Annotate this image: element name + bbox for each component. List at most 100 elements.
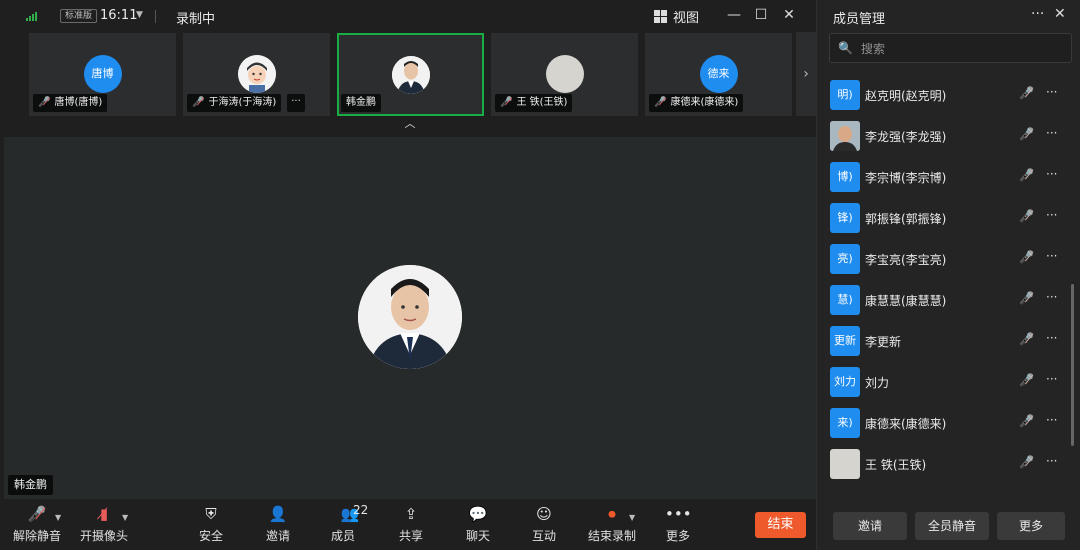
member-name: 王 铁(王铁) [865,458,927,472]
minimize-icon[interactable]: — [725,6,743,24]
photo-avatar-icon [391,56,430,94]
mic-off-icon[interactable]: 🎤̸ [1019,86,1034,100]
end-meeting-button[interactable]: 结束 [755,512,806,538]
close-icon[interactable]: ✕ [1054,6,1066,22]
invite-button[interactable]: 👤 邀请 [265,503,291,544]
list-item[interactable]: 锋) 郭振锋(郭振锋) 🎤̸ ··· [817,198,1080,239]
title-bar: 标准版 16:11 ▼ 录制中 视图 — ☐ ✕ [0,0,816,32]
participant-label: 🎤̸ 王 铁(王铁) [495,94,573,112]
member-name: 刘力 [865,376,890,390]
more-dots-icon[interactable]: ··· [1046,454,1057,468]
avatar: 锋) [830,203,860,233]
more-dots-icon[interactable]: ··· [1046,413,1057,427]
stop-recording-label: 结束录制 [587,529,636,543]
more-dots-icon[interactable]: ··· [1046,372,1057,386]
more-dots-icon[interactable]: ··· [1046,85,1057,99]
participant-name: 王 铁(王铁) [516,97,568,108]
more-dots-icon[interactable]: ··· [1031,6,1044,22]
member-name: 李更新 [865,335,902,349]
list-item[interactable]: 明) 赵克明(赵克明) 🎤̸ ··· [817,75,1080,116]
list-item[interactable]: 来) 康德来(康德来) 🎤̸ ··· [817,403,1080,444]
divider [155,10,156,23]
participant-label: 🎤̸ 于海涛(于海涛) [187,94,282,112]
chevron-up-icon[interactable]: ︿ [402,118,418,130]
more-button[interactable]: ••• 更多 [665,503,692,544]
list-item[interactable]: 王 铁(王铁) 🎤̸ ··· [817,444,1080,485]
chevron-down-icon[interactable]: ▼ [629,507,635,529]
participant-tile[interactable]: 德来 🎤̸ 康德来(康德来) [645,33,792,116]
smiley-icon: ☺ [536,505,552,523]
unmute-label: 解除静音 [13,529,62,543]
list-item[interactable]: 亮) 李宝亮(李宝亮) 🎤̸ ··· [817,239,1080,280]
participant-name: 唐博(唐博) [54,97,103,108]
view-button[interactable]: 视图 [654,7,699,26]
mic-off-icon[interactable]: 🎤̸ [1019,127,1034,141]
participant-name: 康德来(康德来) [670,97,739,108]
avatar [391,56,430,94]
more-dots-icon[interactable]: ··· [1046,290,1057,304]
members-count: 22 [353,503,369,517]
list-item[interactable]: 刘力 刘力 🎤̸ ··· [817,362,1080,403]
mic-off-icon[interactable]: 🎤̸ [1019,168,1034,182]
camera-button[interactable]: ▮̸ ▼ 开摄像头 [80,503,128,544]
mic-off-icon: 🎤̸ [38,97,51,108]
chevron-down-icon[interactable]: ▼ [122,507,128,529]
search-input[interactable]: 🔍 搜索 [829,33,1072,63]
list-item[interactable]: 慧) 康慧慧(康慧慧) 🎤̸ ··· [817,280,1080,321]
mic-off-icon[interactable]: 🎤̸ [1019,414,1034,428]
interact-button[interactable]: ☺ 互动 [531,503,557,544]
more-dots-icon[interactable]: ··· [1046,167,1057,181]
participant-tile-active[interactable]: 韩金鹏 [337,33,484,116]
maximize-icon[interactable]: ☐ [752,6,770,24]
member-name: 李龙强(李龙强) [865,130,947,144]
participant-tile[interactable]: 🎤̸ 王 铁(王铁) [491,33,638,116]
mic-off-icon: 🎤̸ [192,97,205,108]
meeting-time: 16:11 [100,8,138,23]
mic-off-icon[interactable]: 🎤̸ [1019,291,1034,305]
mic-off-icon[interactable]: 🎤̸ [1019,455,1034,469]
list-item[interactable]: 李龙强(李龙强) 🎤̸ ··· [817,116,1080,157]
close-icon[interactable]: ✕ [780,6,798,24]
speaker-avatar [358,265,462,369]
avatar: 慧) [830,285,860,315]
member-list: 明) 赵克明(赵克明) 🎤̸ ··· 李龙强(李龙强) 🎤̸ ··· 博) 李宗… [817,74,1080,484]
share-button[interactable]: ⇪ 共享 [398,503,424,544]
mic-off-icon[interactable]: 🎤̸ [1019,373,1034,387]
avatar: 唐博 [83,55,122,93]
members-button[interactable]: 👥 22 成员 [331,503,369,544]
mute-all-button[interactable]: 全员静音 [915,512,989,540]
photo-avatar-icon [830,121,860,151]
security-button[interactable]: ⛨ 安全 [198,503,224,544]
list-item[interactable]: 博) 李宗博(李宗博) 🎤̸ ··· [817,157,1080,198]
avatar [830,121,860,151]
mic-off-icon[interactable]: 🎤̸ [1019,209,1034,223]
invite-button[interactable]: 邀请 [833,512,907,540]
member-management-panel: 成员管理 ··· ✕ 🔍 搜索 明) 赵克明(赵克明) 🎤̸ ··· 李龙强(李… [816,0,1080,550]
mic-off-icon[interactable]: 🎤̸ [1019,250,1034,264]
more-button[interactable]: 更多 [997,512,1065,540]
more-dots-icon[interactable]: ··· [1046,126,1057,140]
recording-status: 录制中 [176,12,216,27]
search-icon: 🔍 [838,41,853,55]
chat-button[interactable]: 💬 聊天 [465,503,491,544]
chevron-down-icon[interactable]: ▼ [55,507,61,529]
unmute-button[interactable]: 🎤̸ ▼ 解除静音 [13,503,61,544]
more-options-icon[interactable]: ··· [287,94,305,112]
mic-off-icon[interactable]: 🎤̸ [1019,332,1034,346]
stop-recording-button[interactable]: ⏺ ▼ 结束录制 [587,503,637,544]
chevron-down-icon[interactable]: ▼ [136,10,143,20]
more-label: 更多 [665,529,690,543]
participant-tile[interactable]: 唐博 🎤̸ 唐博(唐博) [29,33,176,116]
scrollbar[interactable] [1071,284,1074,446]
list-item[interactable]: 更新 李更新 🎤̸ ··· [817,321,1080,362]
participant-label: 🎤̸ 康德来(康德来) [649,94,744,112]
users-icon: 👥 22 [331,503,369,525]
chevron-right-icon[interactable]: › [796,32,816,116]
avatar: 亮) [830,244,860,274]
more-dots-icon[interactable]: ··· [1046,331,1057,345]
more-dots-icon[interactable]: ··· [1046,249,1057,263]
more-dots-icon[interactable]: ··· [1046,208,1057,222]
avatar [545,55,584,93]
participant-tile[interactable]: 🎤̸ 于海涛(于海涛) ··· [183,33,330,116]
participant-label: 韩金鹏 [341,94,381,112]
